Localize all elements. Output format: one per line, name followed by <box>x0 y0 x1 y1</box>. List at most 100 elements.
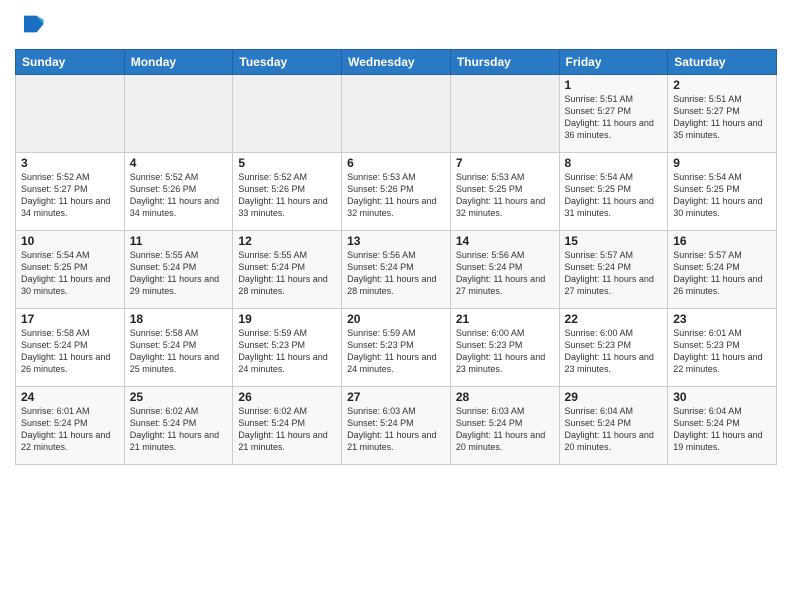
day-number: 18 <box>130 312 228 326</box>
calendar-cell: 22Sunrise: 6:00 AM Sunset: 5:23 PM Dayli… <box>559 309 668 387</box>
day-number: 1 <box>565 78 663 92</box>
day-number: 24 <box>21 390 119 404</box>
day-number: 29 <box>565 390 663 404</box>
day-info: Sunrise: 5:54 AM Sunset: 5:25 PM Dayligh… <box>673 171 771 220</box>
calendar-cell <box>124 75 233 153</box>
page: SundayMondayTuesdayWednesdayThursdayFrid… <box>0 0 792 612</box>
calendar-cell: 14Sunrise: 5:56 AM Sunset: 5:24 PM Dayli… <box>450 231 559 309</box>
weekday-header: Wednesday <box>342 50 451 75</box>
day-number: 4 <box>130 156 228 170</box>
day-number: 21 <box>456 312 554 326</box>
calendar-cell: 24Sunrise: 6:01 AM Sunset: 5:24 PM Dayli… <box>16 387 125 465</box>
calendar-cell: 20Sunrise: 5:59 AM Sunset: 5:23 PM Dayli… <box>342 309 451 387</box>
calendar-cell: 21Sunrise: 6:00 AM Sunset: 5:23 PM Dayli… <box>450 309 559 387</box>
day-number: 2 <box>673 78 771 92</box>
day-number: 7 <box>456 156 554 170</box>
calendar-cell <box>233 75 342 153</box>
day-info: Sunrise: 5:56 AM Sunset: 5:24 PM Dayligh… <box>456 249 554 298</box>
day-number: 16 <box>673 234 771 248</box>
logo <box>15 10 45 43</box>
calendar-cell <box>450 75 559 153</box>
calendar-cell: 18Sunrise: 5:58 AM Sunset: 5:24 PM Dayli… <box>124 309 233 387</box>
day-number: 27 <box>347 390 445 404</box>
calendar-cell: 19Sunrise: 5:59 AM Sunset: 5:23 PM Dayli… <box>233 309 342 387</box>
day-info: Sunrise: 5:52 AM Sunset: 5:26 PM Dayligh… <box>130 171 228 220</box>
calendar-cell: 15Sunrise: 5:57 AM Sunset: 5:24 PM Dayli… <box>559 231 668 309</box>
day-number: 19 <box>238 312 336 326</box>
calendar-cell: 10Sunrise: 5:54 AM Sunset: 5:25 PM Dayli… <box>16 231 125 309</box>
calendar-week-row: 24Sunrise: 6:01 AM Sunset: 5:24 PM Dayli… <box>16 387 777 465</box>
day-number: 23 <box>673 312 771 326</box>
header <box>15 10 777 43</box>
day-info: Sunrise: 6:03 AM Sunset: 5:24 PM Dayligh… <box>456 405 554 454</box>
day-number: 14 <box>456 234 554 248</box>
day-info: Sunrise: 6:04 AM Sunset: 5:24 PM Dayligh… <box>565 405 663 454</box>
calendar-cell: 23Sunrise: 6:01 AM Sunset: 5:23 PM Dayli… <box>668 309 777 387</box>
calendar-cell: 7Sunrise: 5:53 AM Sunset: 5:25 PM Daylig… <box>450 153 559 231</box>
day-info: Sunrise: 5:52 AM Sunset: 5:26 PM Dayligh… <box>238 171 336 220</box>
day-info: Sunrise: 5:53 AM Sunset: 5:26 PM Dayligh… <box>347 171 445 220</box>
day-number: 12 <box>238 234 336 248</box>
day-number: 13 <box>347 234 445 248</box>
day-number: 6 <box>347 156 445 170</box>
calendar-cell: 6Sunrise: 5:53 AM Sunset: 5:26 PM Daylig… <box>342 153 451 231</box>
calendar-cell: 26Sunrise: 6:02 AM Sunset: 5:24 PM Dayli… <box>233 387 342 465</box>
calendar-cell: 1Sunrise: 5:51 AM Sunset: 5:27 PM Daylig… <box>559 75 668 153</box>
calendar-cell: 29Sunrise: 6:04 AM Sunset: 5:24 PM Dayli… <box>559 387 668 465</box>
day-number: 11 <box>130 234 228 248</box>
calendar-week-row: 1Sunrise: 5:51 AM Sunset: 5:27 PM Daylig… <box>16 75 777 153</box>
day-info: Sunrise: 5:54 AM Sunset: 5:25 PM Dayligh… <box>565 171 663 220</box>
calendar-cell: 8Sunrise: 5:54 AM Sunset: 5:25 PM Daylig… <box>559 153 668 231</box>
calendar-cell: 13Sunrise: 5:56 AM Sunset: 5:24 PM Dayli… <box>342 231 451 309</box>
day-number: 8 <box>565 156 663 170</box>
day-number: 25 <box>130 390 228 404</box>
calendar-table: SundayMondayTuesdayWednesdayThursdayFrid… <box>15 49 777 465</box>
calendar-week-row: 3Sunrise: 5:52 AM Sunset: 5:27 PM Daylig… <box>16 153 777 231</box>
weekday-header: Monday <box>124 50 233 75</box>
calendar-cell: 30Sunrise: 6:04 AM Sunset: 5:24 PM Dayli… <box>668 387 777 465</box>
day-number: 28 <box>456 390 554 404</box>
day-info: Sunrise: 6:01 AM Sunset: 5:23 PM Dayligh… <box>673 327 771 376</box>
day-info: Sunrise: 5:59 AM Sunset: 5:23 PM Dayligh… <box>347 327 445 376</box>
calendar-cell: 4Sunrise: 5:52 AM Sunset: 5:26 PM Daylig… <box>124 153 233 231</box>
day-info: Sunrise: 5:55 AM Sunset: 5:24 PM Dayligh… <box>238 249 336 298</box>
day-number: 15 <box>565 234 663 248</box>
weekday-header: Sunday <box>16 50 125 75</box>
calendar-cell: 27Sunrise: 6:03 AM Sunset: 5:24 PM Dayli… <box>342 387 451 465</box>
day-info: Sunrise: 5:59 AM Sunset: 5:23 PM Dayligh… <box>238 327 336 376</box>
day-info: Sunrise: 5:57 AM Sunset: 5:24 PM Dayligh… <box>673 249 771 298</box>
day-number: 5 <box>238 156 336 170</box>
day-info: Sunrise: 5:53 AM Sunset: 5:25 PM Dayligh… <box>456 171 554 220</box>
day-info: Sunrise: 6:02 AM Sunset: 5:24 PM Dayligh… <box>238 405 336 454</box>
day-info: Sunrise: 5:56 AM Sunset: 5:24 PM Dayligh… <box>347 249 445 298</box>
day-info: Sunrise: 5:58 AM Sunset: 5:24 PM Dayligh… <box>21 327 119 376</box>
day-info: Sunrise: 5:52 AM Sunset: 5:27 PM Dayligh… <box>21 171 119 220</box>
calendar-week-row: 17Sunrise: 5:58 AM Sunset: 5:24 PM Dayli… <box>16 309 777 387</box>
day-number: 3 <box>21 156 119 170</box>
logo-icon <box>17 10 45 38</box>
day-info: Sunrise: 5:54 AM Sunset: 5:25 PM Dayligh… <box>21 249 119 298</box>
day-info: Sunrise: 6:00 AM Sunset: 5:23 PM Dayligh… <box>565 327 663 376</box>
calendar-cell: 25Sunrise: 6:02 AM Sunset: 5:24 PM Dayli… <box>124 387 233 465</box>
calendar-cell: 9Sunrise: 5:54 AM Sunset: 5:25 PM Daylig… <box>668 153 777 231</box>
calendar-cell <box>342 75 451 153</box>
day-number: 10 <box>21 234 119 248</box>
day-info: Sunrise: 5:58 AM Sunset: 5:24 PM Dayligh… <box>130 327 228 376</box>
day-info: Sunrise: 5:57 AM Sunset: 5:24 PM Dayligh… <box>565 249 663 298</box>
day-info: Sunrise: 6:03 AM Sunset: 5:24 PM Dayligh… <box>347 405 445 454</box>
day-info: Sunrise: 6:00 AM Sunset: 5:23 PM Dayligh… <box>456 327 554 376</box>
weekday-header: Thursday <box>450 50 559 75</box>
weekday-header: Saturday <box>668 50 777 75</box>
calendar-cell <box>16 75 125 153</box>
day-info: Sunrise: 6:02 AM Sunset: 5:24 PM Dayligh… <box>130 405 228 454</box>
day-number: 9 <box>673 156 771 170</box>
day-number: 26 <box>238 390 336 404</box>
calendar-cell: 2Sunrise: 5:51 AM Sunset: 5:27 PM Daylig… <box>668 75 777 153</box>
day-number: 17 <box>21 312 119 326</box>
day-info: Sunrise: 5:55 AM Sunset: 5:24 PM Dayligh… <box>130 249 228 298</box>
calendar-week-row: 10Sunrise: 5:54 AM Sunset: 5:25 PM Dayli… <box>16 231 777 309</box>
day-number: 20 <box>347 312 445 326</box>
calendar-cell: 17Sunrise: 5:58 AM Sunset: 5:24 PM Dayli… <box>16 309 125 387</box>
day-info: Sunrise: 5:51 AM Sunset: 5:27 PM Dayligh… <box>673 93 771 142</box>
day-info: Sunrise: 5:51 AM Sunset: 5:27 PM Dayligh… <box>565 93 663 142</box>
